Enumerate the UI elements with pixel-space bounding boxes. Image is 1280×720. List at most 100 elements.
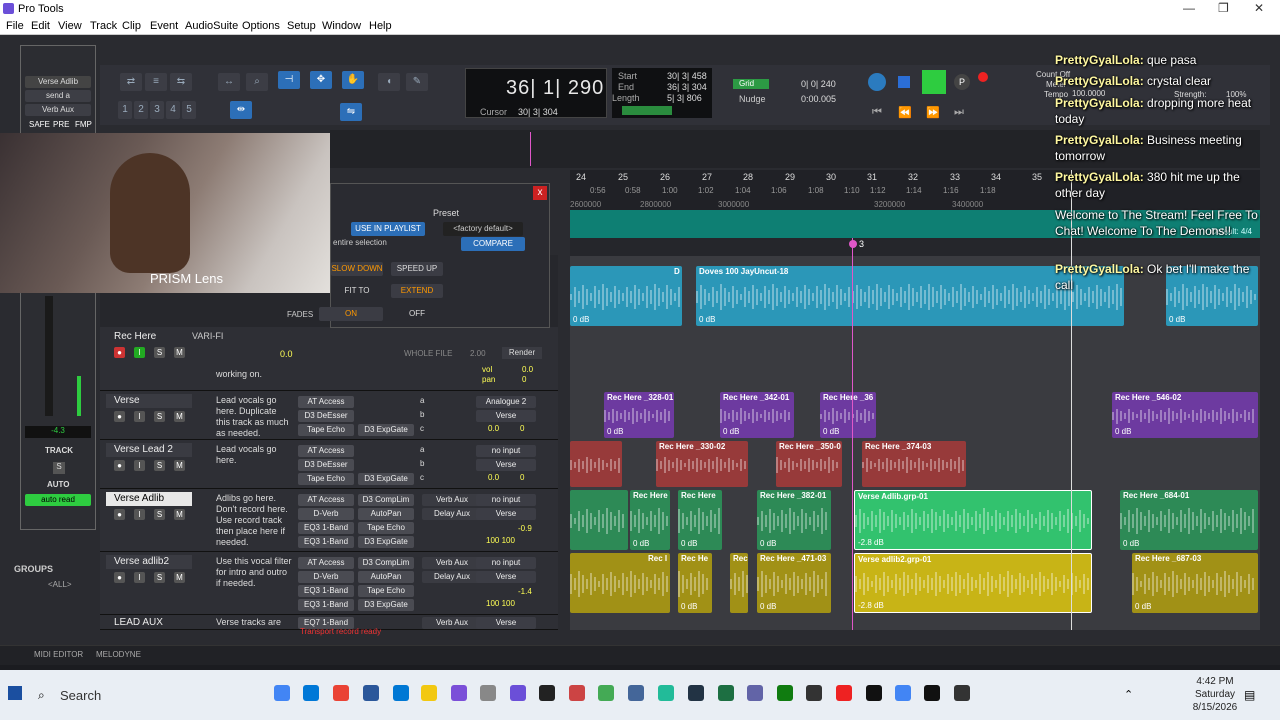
marker-icon[interactable] xyxy=(849,240,857,248)
app-icon[interactable] xyxy=(924,685,940,701)
vol-value[interactable]: 0.0 xyxy=(522,365,533,374)
input-monitor-button[interactable]: I xyxy=(134,411,145,422)
audio-clip[interactable]: Rec Here _546-02 0 dB xyxy=(1112,392,1258,438)
send-slot[interactable]: Verb Aux xyxy=(422,617,482,629)
track-name[interactable]: LEAD AUX xyxy=(106,616,192,630)
xbox-icon[interactable] xyxy=(777,685,793,701)
audio-clip-selected[interactable]: Verse adlib2.grp-01 -2.8 dB xyxy=(854,553,1092,613)
chrome-icon[interactable] xyxy=(895,685,911,701)
minimize-icon[interactable]: — xyxy=(1183,1,1195,15)
insert-slot[interactable]: AT Access xyxy=(298,445,354,457)
aux-selector[interactable]: Verb Aux xyxy=(25,104,91,116)
insert-slot[interactable]: AT Access xyxy=(298,557,354,569)
safe-button[interactable]: SAFE xyxy=(29,120,50,129)
bus-selector[interactable]: Verse xyxy=(476,410,536,422)
close-icon[interactable]: ✕ xyxy=(1254,1,1264,15)
mute-button[interactable]: M xyxy=(174,411,185,422)
vol-value[interactable]: -0.9 xyxy=(518,524,532,533)
send-slot[interactable]: Verb Aux xyxy=(422,557,482,569)
track-name[interactable]: Verse Lead 2 xyxy=(106,443,192,457)
insert-slot[interactable]: EQ3 1-Band xyxy=(298,536,354,548)
insert-slot[interactable]: D-Verb xyxy=(298,508,354,520)
bus-selector[interactable]: Verse xyxy=(476,459,536,471)
audio-clip[interactable] xyxy=(570,490,628,550)
vol-value[interactable]: 0.0 xyxy=(488,424,499,433)
grid-value[interactable]: 0| 0| 240 xyxy=(801,79,836,89)
selection-scope[interactable]: entire selection xyxy=(333,238,387,247)
insert-slot[interactable]: D3 ExpGate xyxy=(358,473,414,485)
compare-button[interactable]: COMPARE xyxy=(461,237,525,251)
output-selector[interactable]: no input xyxy=(476,557,536,569)
chevron-up-icon[interactable]: ⌃ xyxy=(1124,688,1133,701)
zoom-preset-2[interactable]: 2 xyxy=(134,101,148,119)
send-slot[interactable]: b xyxy=(420,410,424,419)
windows-start-icon[interactable] xyxy=(8,686,22,700)
audio-clip[interactable]: Rec Here _471-03 0 dB xyxy=(757,553,831,613)
grid-label[interactable]: Grid xyxy=(733,79,769,89)
audio-clip[interactable]: Rec Here _328-01 0 dB xyxy=(604,392,674,438)
send-slot[interactable]: a xyxy=(420,396,424,405)
insert-selector[interactable]: Verse Adlib xyxy=(25,76,91,88)
app-icon[interactable] xyxy=(747,685,763,701)
send-slot[interactable]: a xyxy=(420,445,424,454)
insert-slot[interactable]: D3 ExpGate xyxy=(358,599,414,611)
track-name[interactable]: Rec Here xyxy=(106,330,192,344)
insert-slot[interactable]: D3 DeEsser xyxy=(298,410,354,422)
record-enable-button[interactable]: ● xyxy=(114,572,125,583)
end-icon[interactable]: ⏭ xyxy=(954,106,964,119)
send-slot[interactable]: Delay Aux xyxy=(422,571,482,583)
menu-audiosuite[interactable]: AudioSuite xyxy=(185,20,238,32)
grid-nudge[interactable]: Grid 0| 0| 240 Nudge 0:00.005 xyxy=(733,76,853,110)
send-slot[interactable]: c xyxy=(420,473,424,482)
stop-button[interactable] xyxy=(898,76,910,88)
insert-slot[interactable]: Tape Echo xyxy=(298,473,354,485)
slow-down-button[interactable]: SLOW DOWN xyxy=(331,262,383,276)
pro-tools-icon[interactable] xyxy=(510,685,526,701)
vol-value[interactable]: -1.4 xyxy=(518,587,532,596)
punch-button[interactable]: P xyxy=(954,74,970,90)
audio-clip[interactable]: Rec Here _687-03 0 dB xyxy=(1132,553,1258,613)
pan-value[interactable]: 0 xyxy=(522,375,526,384)
insert-slot[interactable]: EQ3 1-Band xyxy=(298,585,354,597)
menu-event[interactable]: Event xyxy=(150,20,178,32)
input-monitor-button[interactable]: I xyxy=(134,509,145,520)
menu-window[interactable]: Window xyxy=(322,20,361,32)
input-monitor-button[interactable]: I xyxy=(134,460,145,471)
chrome-icon[interactable] xyxy=(274,685,290,701)
selector-tool-button[interactable]: ✥ xyxy=(310,71,332,89)
audio-clip[interactable]: Rec He 0 dB xyxy=(678,553,712,613)
mute-button[interactable]: M xyxy=(174,460,185,471)
steam-icon[interactable] xyxy=(688,685,704,701)
slip-mode-button[interactable]: ⇆ xyxy=(170,73,192,91)
preset-selector[interactable]: <factory default> xyxy=(443,222,523,236)
insert-slot[interactable]: EQ3 1-Band xyxy=(298,522,354,534)
speed-up-button[interactable]: SPEED UP xyxy=(391,262,443,276)
insert-slot[interactable]: D3 CompLim xyxy=(358,557,414,569)
input-monitor-button[interactable]: I xyxy=(134,347,145,358)
trim-tool-button[interactable]: ⊣ xyxy=(278,71,300,89)
output-selector[interactable]: Verse xyxy=(476,617,536,629)
insert-slot[interactable]: D3 DeEsser xyxy=(298,459,354,471)
app-icon[interactable] xyxy=(658,685,674,701)
outlook-icon[interactable] xyxy=(393,685,409,701)
fader-track[interactable] xyxy=(45,296,53,416)
nudge-value[interactable]: 0:00.005 xyxy=(801,94,836,104)
pan-value[interactable]: 0 xyxy=(520,473,524,482)
pan-value[interactable]: 100 100 xyxy=(486,599,515,608)
audio-clip[interactable]: Rec I xyxy=(570,553,670,613)
track-name[interactable]: Verse adlib2 xyxy=(106,555,192,569)
link-icon[interactable]: ⇹ xyxy=(230,101,252,119)
audio-clip[interactable]: Rec Here _374-03 xyxy=(862,441,966,487)
audio-clip-selected[interactable]: Verse Adlib.grp-01 -2.8 dB xyxy=(854,490,1092,550)
bus-selector[interactable]: Verse xyxy=(476,571,536,583)
search-icon[interactable]: ⌕ xyxy=(38,688,45,703)
insert-slot[interactable]: EQ3 1-Band xyxy=(298,599,354,611)
record-enable-button[interactable]: ● xyxy=(114,411,125,422)
record-enable-button[interactable]: ● xyxy=(114,460,125,471)
taskbar-search[interactable]: Search xyxy=(60,688,101,703)
app-icon[interactable] xyxy=(806,685,822,701)
audio-clip[interactable]: Rec Here 0 dB xyxy=(678,490,722,550)
audio-clip[interactable]: Rec Here _382-01 0 dB xyxy=(757,490,831,550)
play-button[interactable] xyxy=(922,70,946,94)
pencil-tool-icon[interactable]: ✎ xyxy=(406,73,428,91)
